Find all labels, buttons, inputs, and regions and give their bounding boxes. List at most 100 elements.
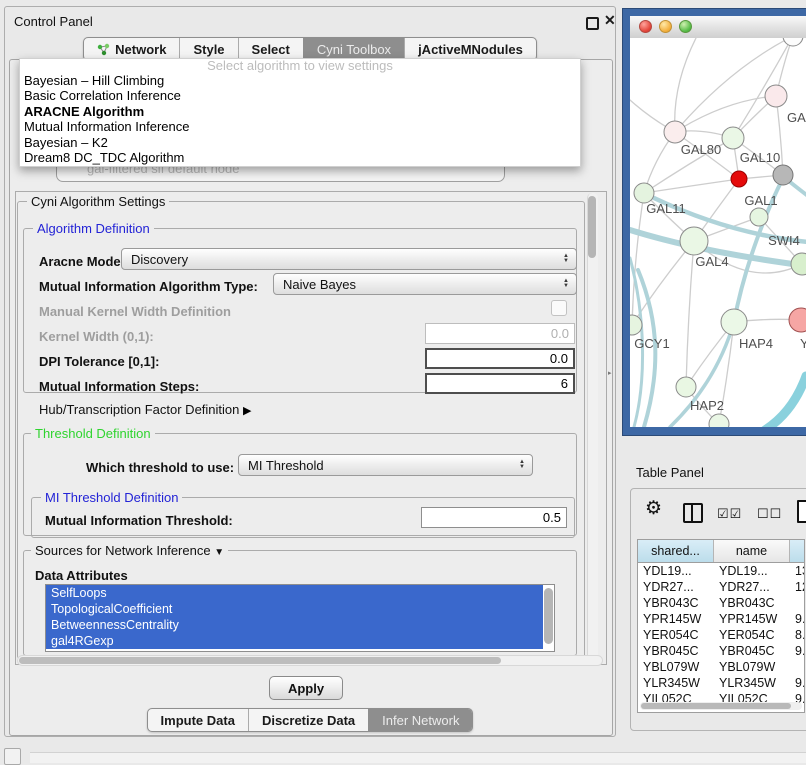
bottom-tabs: Impute DataDiscretize DataInfer Network (147, 708, 474, 732)
network-canvas[interactable]: GALGAL80GAL10GAL1GAL11SWI4GAL4GCY1HAP4YH… (630, 38, 806, 427)
which-threshold-combobox[interactable]: MI Threshold ▲▼ (238, 454, 533, 476)
node-gray[interactable] (773, 165, 793, 185)
network-edge[interactable] (686, 241, 694, 387)
attribute-list-item[interactable]: TopologicalCoefficient (46, 601, 543, 617)
node-bottom[interactable] (709, 414, 729, 427)
attribute-list-item[interactable]: SelfLoops (46, 585, 543, 601)
table-cell: YBR045C (714, 643, 790, 659)
hub-definition-label: Hub/Transcription Factor Definition (39, 402, 239, 417)
table-row[interactable]: YER054CYER054C8. (638, 627, 804, 643)
zoom-traffic-light-icon[interactable] (679, 20, 692, 33)
tab-infer-network[interactable]: Infer Network (368, 709, 472, 731)
node-swi4[interactable] (750, 208, 768, 226)
table-horizontal-scrollbar[interactable] (640, 702, 802, 710)
tab-network[interactable]: Network (84, 38, 179, 60)
mi-threshold-field[interactable]: 0.5 (421, 507, 567, 528)
table-row[interactable]: YDR27...YDR27...12 (638, 579, 804, 595)
hub-definition-expander[interactable]: Hub/Transcription Factor Definition ▶ (39, 402, 251, 417)
network-edge[interactable] (644, 179, 739, 193)
node-salmon[interactable] (789, 308, 806, 332)
data-attributes-list[interactable]: SelfLoopsTopologicalCoefficientBetweenne… (45, 584, 555, 652)
bottom-left-widget-icon[interactable] (4, 748, 21, 765)
table-row[interactable]: YPR145WYPR145W9. (638, 611, 804, 627)
tab-jactivemnodules[interactable]: jActiveMNodules (404, 38, 536, 60)
table-column-header[interactable]: A (790, 540, 805, 562)
mi-algorithm-type-combobox[interactable]: Naive Bayes ▲▼ (273, 273, 577, 295)
algorithm-option[interactable]: Mutual Information Inference (20, 119, 580, 134)
dpi-tolerance-field[interactable]: 0.0 (425, 348, 575, 369)
node-gal80[interactable] (664, 121, 686, 143)
node-label: GAL4 (695, 254, 728, 269)
table-row[interactable]: YBR045CYBR045C9. (638, 643, 804, 659)
node-hap4[interactable] (721, 309, 747, 335)
tab-discretize-data[interactable]: Discretize Data (248, 709, 368, 731)
minimize-traffic-light-icon[interactable] (659, 20, 672, 33)
node-label: GAL80 (681, 142, 721, 157)
mi-threshold-label: Mutual Information Threshold: (45, 513, 233, 528)
table-cell: YDR27... (638, 579, 714, 595)
table-cell: 13 (790, 563, 804, 579)
table-cell: YBL079W (638, 659, 714, 675)
table-column-header[interactable]: name (714, 540, 790, 562)
table-row[interactable]: YLR345WYLR345W9. (638, 675, 804, 691)
tab-select[interactable]: Select (238, 38, 303, 60)
manual-kernel-width-label: Manual Kernel Width Definition (39, 304, 231, 319)
settings-vertical-scrollbar[interactable] (587, 193, 598, 663)
settings-vertical-scrollbar-thumb[interactable] (588, 196, 596, 258)
table-column-header[interactable]: shared... (638, 540, 714, 562)
network-graph[interactable]: GALGAL80GAL10GAL1GAL11SWI4GAL4GCY1HAP4YH… (630, 38, 806, 427)
close-traffic-light-icon[interactable] (639, 20, 652, 33)
mi-steps-field[interactable]: 6 (425, 373, 575, 394)
gear-icon[interactable]: ⚙ (645, 497, 662, 520)
panel-splitter-handle[interactable]: ▸ (608, 369, 612, 377)
attribute-list-item[interactable]: gal4RGexp (46, 633, 543, 649)
manual-kernel-width-checkbox[interactable] (551, 300, 567, 316)
close-icon[interactable]: ✕ (604, 12, 616, 29)
sources-group-title[interactable]: Sources for Network Inference ▼ (31, 543, 228, 558)
table-row[interactable]: YBR043CYBR043C (638, 595, 804, 611)
table-cell (790, 659, 804, 675)
network-icon (97, 43, 110, 56)
settings-horizontal-scrollbar-thumb[interactable] (19, 657, 501, 664)
tab-cyni-toolbox[interactable]: Cyni Toolbox (303, 38, 404, 60)
network-window-titlebar[interactable] (630, 16, 806, 39)
table-horizontal-scrollbar-thumb[interactable] (641, 703, 791, 709)
table-cell: YPR145W (638, 611, 714, 627)
select-all-checks-icon[interactable]: ☑☑ (717, 506, 742, 522)
node-gal10[interactable] (722, 127, 744, 149)
algorithm-option[interactable]: Bayesian – Hill Climbing (20, 73, 580, 88)
node-gal11[interactable] (634, 183, 654, 203)
network-edge-highlighted[interactable] (765, 376, 806, 427)
bottom-tabbar-row: Impute DataDiscretize DataInfer Network (5, 708, 615, 732)
tab-label: Style (193, 42, 224, 57)
node-corner-green[interactable] (791, 253, 806, 275)
aracne-mode-combobox[interactable]: Discovery ▲▼ (121, 248, 577, 270)
attribute-list-item[interactable]: BetweennessCentrality (46, 617, 543, 633)
deselect-all-checks-icon[interactable]: ☐☐ (757, 506, 782, 522)
node-gal4[interactable] (680, 227, 708, 255)
kernel-width-field[interactable]: 0.0 (425, 323, 575, 344)
node-top-cut[interactable] (783, 38, 803, 46)
mi-threshold-group-title: MI Threshold Definition (41, 490, 182, 505)
algorithm-option[interactable]: Dream8 DC_TDC Algorithm (20, 150, 580, 165)
apply-button[interactable]: Apply (269, 676, 343, 700)
node-gal7[interactable] (765, 85, 787, 107)
network-edge[interactable] (675, 96, 776, 132)
algorithm-option[interactable]: ARACNE Algorithm (20, 104, 580, 119)
float-window-icon[interactable] (586, 17, 599, 30)
tab-style[interactable]: Style (179, 38, 237, 60)
node-label: GAL1 (744, 193, 777, 208)
algorithm-option[interactable]: Basic Correlation Inference (20, 88, 580, 103)
mi-algorithm-type-value: Naive Bayes (283, 277, 356, 292)
node-gal1[interactable] (731, 171, 747, 187)
node-label: GCY1 (634, 336, 669, 351)
algorithm-option[interactable]: Bayesian – K2 (20, 135, 580, 150)
tab-impute-data[interactable]: Impute Data (148, 709, 248, 731)
list-vertical-scrollbar-thumb[interactable] (544, 588, 553, 644)
table-row[interactable]: YBL079WYBL079W (638, 659, 804, 675)
node-hap2[interactable] (676, 377, 696, 397)
columns-icon[interactable] (683, 503, 703, 523)
table-row[interactable]: YDL19...YDL19...13 (638, 563, 804, 579)
document-icon[interactable] (797, 500, 806, 523)
network-edge[interactable] (675, 38, 696, 132)
